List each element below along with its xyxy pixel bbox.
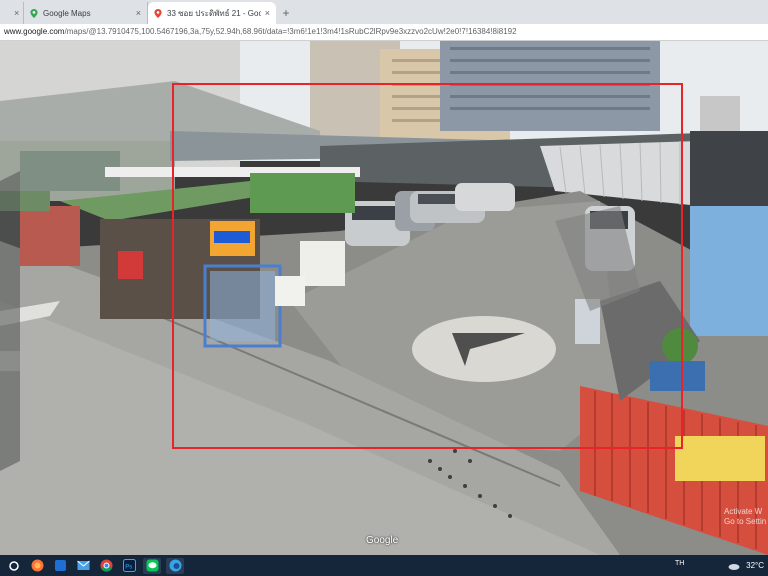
activate-windows-line1: Activate W xyxy=(724,507,763,516)
system-tray: 32°C xyxy=(728,555,764,576)
new-tab-button[interactable]: + xyxy=(276,2,296,24)
chrome-icon[interactable] xyxy=(97,558,115,574)
maps-pin-icon xyxy=(30,8,38,18)
photoshop-icon[interactable]: Ps xyxy=(120,558,138,574)
url-domain: www.google.com xyxy=(4,27,65,36)
url-path: /maps/@13.7910475,100.5467196,3a,75y,52.… xyxy=(64,27,517,36)
windows-taskbar: Ps TH 32°C xyxy=(0,555,768,576)
tab-close-icon[interactable]: × xyxy=(136,8,141,18)
url-text[interactable]: www.google.com/maps/@13.7910475,100.5467… xyxy=(4,27,764,36)
line-icon[interactable] xyxy=(143,557,161,574)
address-bar[interactable]: www.google.com/maps/@13.7910475,100.5467… xyxy=(0,24,768,41)
edge-icon[interactable] xyxy=(51,558,69,574)
tab-title: 33 ซอย ประดิพัทธ์ 21 - Google Ma xyxy=(167,8,261,18)
browser-tab-google-maps[interactable]: Google Maps × xyxy=(24,2,148,24)
activate-windows-line2: Go to Settin xyxy=(724,517,767,526)
google-watermark: Google xyxy=(366,535,399,546)
tab-close-icon[interactable]: × xyxy=(14,8,19,18)
svg-text:Ps: Ps xyxy=(125,565,132,571)
tab-title: Google Maps xyxy=(43,8,91,18)
edge-active-icon[interactable] xyxy=(166,557,184,574)
firefox-icon[interactable] xyxy=(28,558,46,574)
street-view-image[interactable] xyxy=(0,41,768,555)
start-windows-icon[interactable] xyxy=(5,558,23,574)
input-language-indicator[interactable]: TH xyxy=(675,560,684,567)
tab-close-icon[interactable]: × xyxy=(265,8,270,18)
activate-windows-notice: Activate W Go to Settin xyxy=(724,507,766,527)
mail-icon[interactable] xyxy=(74,558,92,574)
weather-temperature[interactable]: 32°C xyxy=(746,561,764,570)
browser-tab-previous[interactable]: × xyxy=(0,2,24,24)
maps-pin-icon xyxy=(154,8,162,18)
street-view-panorama[interactable]: Google Activate W Go to Settin xyxy=(0,41,768,555)
browser-tab-active[interactable]: 33 ซอย ประดิพัทธ์ 21 - Google Ma × xyxy=(148,2,276,24)
weather-cloud-icon xyxy=(728,563,740,570)
browser-tab-strip: × Google Maps × 33 ซอย ประดิพัทธ์ 21 - G… xyxy=(0,0,768,24)
